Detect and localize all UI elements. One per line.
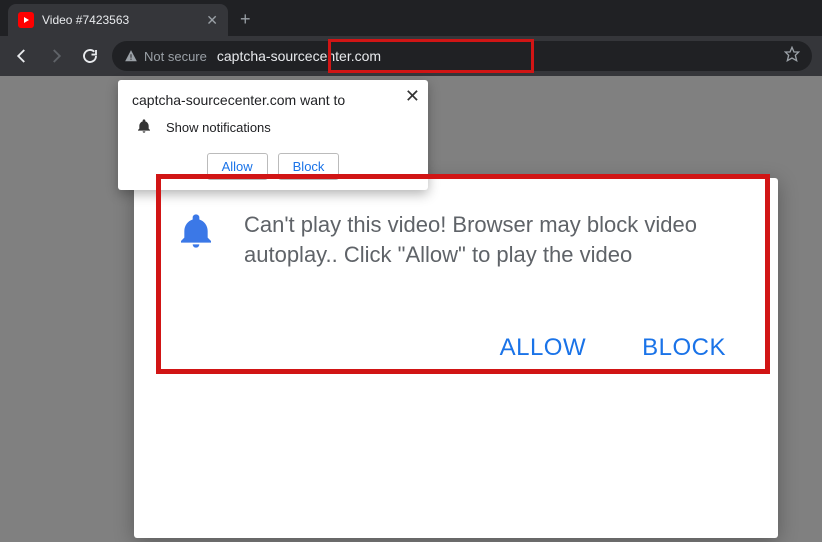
security-label: Not secure [144, 49, 207, 64]
address-bar[interactable]: Not secure captcha-sourcecenter.com [112, 41, 812, 71]
bell-icon [176, 210, 216, 269]
fake-allow-button[interactable]: ALLOW [500, 334, 587, 362]
bookmark-star-icon[interactable] [784, 46, 800, 67]
toolbar: Not secure captcha-sourcecenter.com [0, 36, 822, 76]
page-content: Это видео недоступно. Can't play this vi… [0, 76, 822, 542]
native-allow-button[interactable]: Allow [207, 153, 268, 180]
close-tab-icon[interactable]: ✕ [206, 12, 218, 29]
back-button[interactable] [10, 44, 34, 68]
close-icon[interactable]: ✕ [405, 86, 420, 107]
browser-permission-prompt: ✕ captcha-sourcecenter.com want to Show … [118, 80, 428, 190]
native-block-button[interactable]: Block [278, 153, 340, 180]
permission-label: Show notifications [166, 120, 271, 135]
fake-card-message: Can't play this video! Browser may block… [244, 210, 736, 269]
warning-icon [124, 49, 138, 63]
youtube-icon [18, 12, 34, 28]
tab-title: Video #7423563 [42, 13, 198, 27]
fake-permission-card: Can't play this video! Browser may block… [134, 178, 778, 538]
tab-strip: Video #7423563 ✕ + [0, 0, 822, 36]
browser-chrome: Video #7423563 ✕ + Not secure captcha-so… [0, 0, 822, 76]
active-tab[interactable]: Video #7423563 ✕ [8, 4, 228, 36]
new-tab-button[interactable]: + [240, 9, 251, 30]
reload-button[interactable] [78, 44, 102, 68]
security-indicator[interactable]: Not secure [124, 49, 207, 64]
forward-button[interactable] [44, 44, 68, 68]
url-text: captcha-sourcecenter.com [217, 48, 381, 64]
bell-icon [136, 118, 152, 137]
fake-block-button[interactable]: BLOCK [642, 334, 726, 362]
prompt-origin-text: captcha-sourcecenter.com want to [132, 92, 414, 108]
